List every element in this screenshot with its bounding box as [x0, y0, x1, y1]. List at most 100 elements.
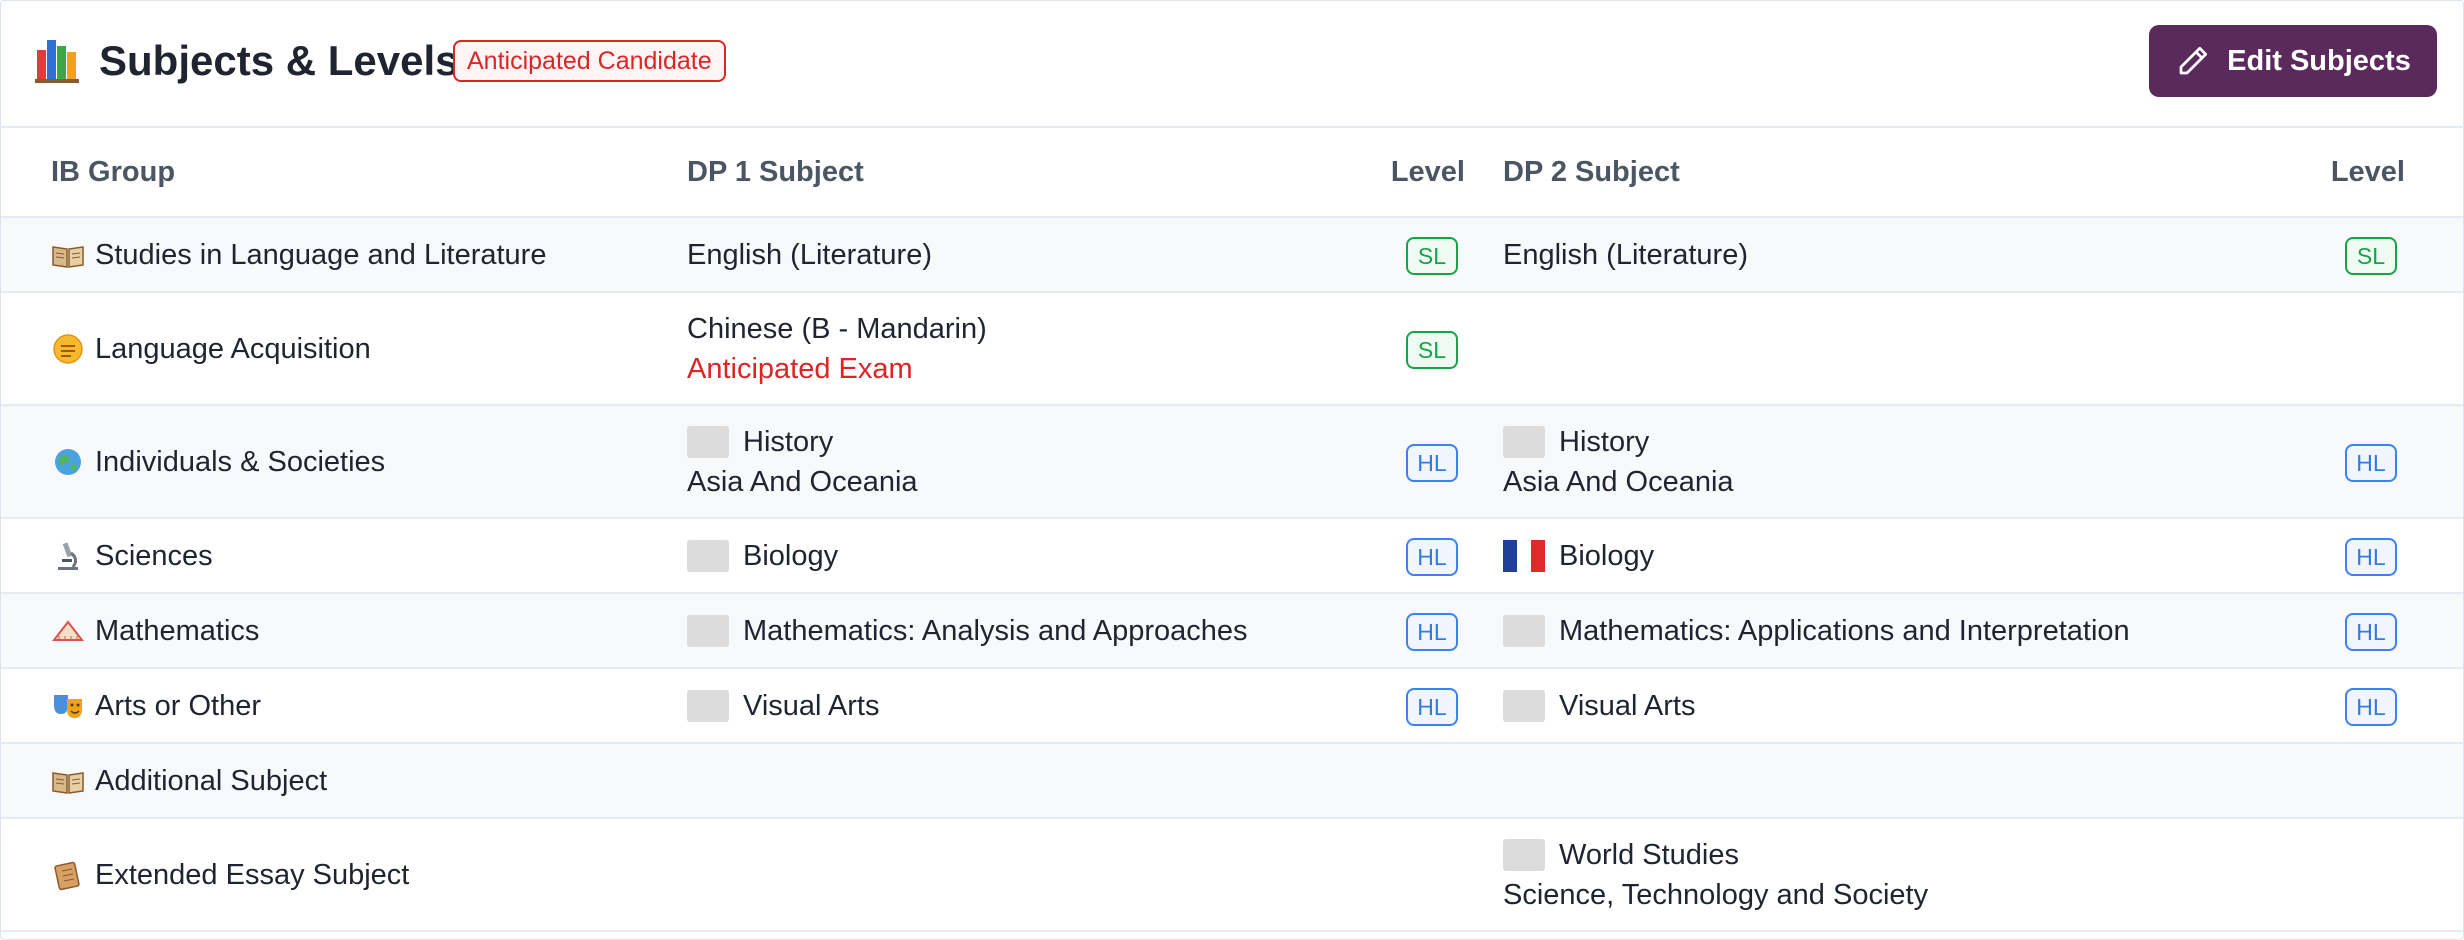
table-row: Individuals & Societies History Asia And O… [1, 405, 2463, 519]
level-badge: SL [2345, 236, 2397, 275]
dp1-level-cell: HL [1387, 593, 1477, 669]
card-header: Subjects & Levels Anticipated Candidate … [1, 1, 2463, 128]
ib-group-cell: Studies in Language and Literature [1, 217, 687, 293]
subject-line: Visual Arts [687, 686, 1387, 726]
dp2-level-cell: SL [2299, 217, 2463, 293]
table-header-row: IB Group DP 1 Subject Level DP 2 Subject… [1, 128, 2463, 218]
level-badge: HL [1406, 612, 1458, 651]
ib-group-name: Studies in Language and Literature [95, 238, 547, 271]
level-badge: SL [1406, 236, 1458, 275]
ib-group-cell: Additional Subject [1, 743, 687, 819]
dp1-subject-cell [687, 743, 1387, 819]
anticipated-candidate-badge: Anticipated Candidate [453, 40, 726, 82]
dp2-subject-cell: Biology [1477, 518, 2299, 594]
subject-name: History [743, 425, 834, 458]
edit-subjects-label: Edit Subjects [2227, 44, 2411, 77]
level-badge: HL [2345, 687, 2397, 726]
table-row: Language Acquisition Chinese (B - Mandari… [1, 292, 2463, 406]
subject-name: Mathematics: Analysis and Approaches [743, 614, 1248, 647]
subject-name: Biology [1559, 539, 1655, 572]
books-icon [35, 40, 79, 83]
dp1-subject-cell: History Asia And Oceania [687, 405, 1387, 519]
triangle-ruler-icon [51, 614, 85, 648]
col-header-dp2-subject: DP 2 Subject [1477, 128, 2299, 218]
ib-group-cell: Language Acquisition [1, 292, 687, 406]
dp2-subject-cell: Visual Arts [1477, 668, 2299, 744]
subject-option: Science, Technology and Society [1503, 878, 1929, 911]
table-row: Additional Subject [1, 743, 2463, 819]
subject-line: Biology [1503, 536, 2299, 576]
ib-group-name: Arts or Other [95, 689, 261, 722]
anticipated-exam-note: Anticipated Exam [687, 352, 913, 385]
dp2-level-cell: HL [2299, 593, 2463, 669]
ib-group-name: Sciences [95, 539, 213, 572]
dp1-subject-cell: Visual Arts [687, 668, 1387, 744]
dp2-subject-cell: Mathematics: Applications and Interpreta… [1477, 593, 2299, 669]
subject-line: English (Literature) [687, 235, 1387, 275]
ib-group-name: Language Acquisition [95, 332, 371, 365]
subject-line: Mathematics: Applications and Interpreta… [1503, 611, 2299, 651]
country-flag-placeholder [1503, 838, 1545, 871]
speech-bubble-icon [51, 332, 85, 366]
dp2-level-cell [2299, 818, 2463, 932]
subject-option: Asia And Oceania [687, 465, 918, 498]
col-header-ib-group: IB Group [1, 128, 687, 218]
dp2-level-cell: HL [2299, 405, 2463, 519]
country-flag-placeholder [687, 689, 729, 722]
subject-line: Mathematics: Analysis and Approaches [687, 611, 1387, 651]
dp1-level-cell: SL [1387, 217, 1477, 293]
dp2-subject-cell [1477, 292, 2299, 406]
level-badge: HL [1406, 537, 1458, 576]
ib-group-cell: Mathematics [1, 593, 687, 669]
subject-name: Mathematics: Applications and Interpreta… [1559, 614, 2130, 647]
dp2-subject-cell: History Asia And Oceania [1477, 405, 2299, 519]
level-badge: HL [2345, 612, 2397, 651]
table-row: Mathematics Mathematics: Analysis and App… [1, 593, 2463, 669]
col-header-dp1-level: Level [1387, 128, 1477, 218]
dp2-subject-cell [1477, 743, 2299, 819]
dp2-subject-cell: World Studies Science, Technology and Soc… [1477, 818, 2299, 932]
globe-icon [51, 445, 85, 479]
country-flag-placeholder [687, 425, 729, 458]
col-header-dp1-subject: DP 1 Subject [687, 128, 1387, 218]
subjects-table: IB Group DP 1 Subject Level DP 2 Subject… [1, 128, 2463, 932]
microscope-icon [51, 539, 85, 573]
subject-line: Chinese (B - Mandarin) [687, 309, 1387, 349]
dp1-subject-cell: Mathematics: Analysis and Approaches [687, 593, 1387, 669]
subject-line: Biology [687, 536, 1387, 576]
pencil-icon [2179, 46, 2208, 75]
dp2-subject-cell: English (Literature) [1477, 217, 2299, 293]
subjects-card: Subjects & Levels Anticipated Candidate … [0, 0, 2464, 940]
subject-name: Visual Arts [1559, 689, 1696, 722]
level-badge: HL [1406, 687, 1458, 726]
page-title: Subjects & Levels [99, 37, 459, 84]
edit-subjects-button[interactable]: Edit Subjects [2149, 25, 2437, 97]
subject-line: English (Literature) [1503, 235, 2299, 275]
table-row: Sciences Biology HL Biology HL [1, 518, 2463, 594]
country-flag-placeholder [687, 539, 729, 572]
dp1-level-cell: HL [1387, 668, 1477, 744]
subject-name: English (Literature) [687, 238, 932, 271]
level-badge: HL [2345, 443, 2397, 482]
dp1-level-cell: HL [1387, 405, 1477, 519]
france-flag-icon [1503, 539, 1545, 572]
dp2-level-cell: HL [2299, 518, 2463, 594]
subject-name: World Studies [1559, 838, 1739, 871]
country-flag-placeholder [687, 614, 729, 647]
ib-group-cell: Individuals & Societies [1, 405, 687, 519]
subject-name: History [1559, 425, 1650, 458]
dp1-level-cell: SL [1387, 292, 1477, 406]
subject-name: English (Literature) [1503, 238, 1748, 271]
col-header-dp2-level: Level [2299, 128, 2463, 218]
level-badge: HL [1406, 443, 1458, 482]
country-flag-placeholder [1503, 614, 1545, 647]
subject-name: Biology [743, 539, 839, 572]
theater-masks-icon [51, 689, 85, 723]
ib-group-cell: Arts or Other [1, 668, 687, 744]
table-row: Arts or Other Visual Arts HL Visual Arts HL [1, 668, 2463, 744]
ib-group-name: Individuals & Societies [95, 445, 386, 478]
country-flag-placeholder [1503, 425, 1545, 458]
scroll-icon [51, 858, 85, 892]
dp1-subject-cell: English (Literature) [687, 217, 1387, 293]
table-row: Extended Essay Subject World Studies Scien… [1, 818, 2463, 932]
